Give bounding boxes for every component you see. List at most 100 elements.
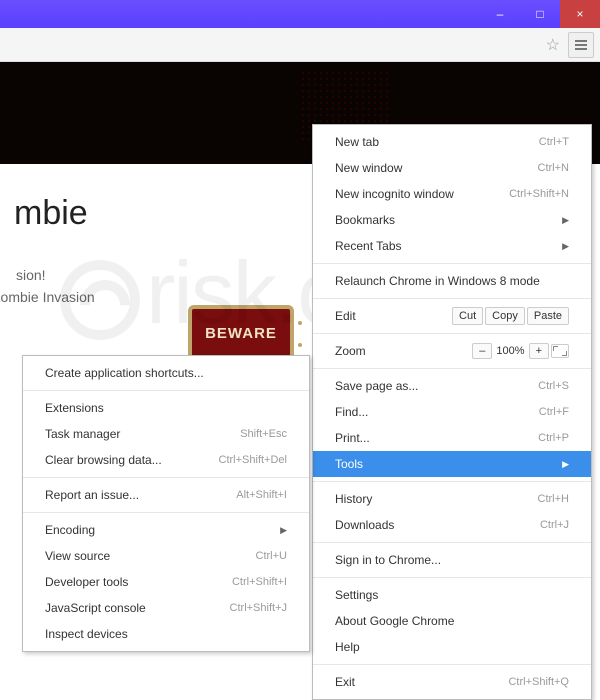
menu-item-label: New window (335, 161, 514, 175)
main-menu-item-print[interactable]: Print... Ctrl+P (313, 425, 591, 451)
main-menu-item-exit[interactable]: Exit Ctrl+Shift+Q (313, 669, 591, 695)
menu-item-label: Find... (335, 405, 515, 419)
tools-menu-item-task-manager[interactable]: Task managerShift+Esc (23, 421, 309, 447)
tools-menu-item-clear-browsing-data[interactable]: Clear browsing data... Ctrl+Shift+Del (23, 447, 309, 473)
menu-shortcut: Alt+Shift+I (236, 489, 287, 501)
main-menu-item-bookmarks[interactable]: Bookmarks ▶ (313, 207, 591, 233)
chrome-main-menu: New tab Ctrl+T New windowCtrl+NNew incogni… (312, 124, 592, 700)
zoom-value: 100% (496, 345, 524, 357)
menu-item-label: Print... (335, 431, 514, 445)
submenu-arrow-icon: ▶ (562, 241, 569, 252)
menu-item-label: Recent Tabs (335, 239, 538, 253)
menu-item-label: Sign in to Chrome... (335, 553, 569, 567)
menu-item-label: Downloads (335, 518, 516, 532)
tools-menu-item-create-application-shortcuts[interactable]: Create application shortcuts... (23, 360, 309, 386)
paste-button[interactable]: Paste (527, 307, 569, 325)
tools-menu-separator (23, 477, 309, 478)
menu-item-label: Save page as... (335, 379, 514, 393)
menu-item-label: Report an issue... (45, 488, 212, 502)
tools-menu-item-extensions[interactable]: Extensions (23, 395, 309, 421)
zoom-in-button[interactable]: + (529, 343, 549, 359)
main-menu-item-tools[interactable]: Tools ▶ (313, 451, 591, 477)
submenu-arrow-icon: ▶ (562, 459, 569, 470)
copy-button[interactable]: Copy (485, 307, 525, 325)
main-menu-separator (313, 333, 591, 334)
submenu-arrow-icon: ▶ (280, 525, 287, 536)
main-menu-item-new-incognito-window[interactable]: New incognito windowCtrl+Shift+N (313, 181, 591, 207)
menu-item-label: Zoom (335, 344, 472, 358)
menu-item-label: Tools (335, 457, 538, 471)
window-titlebar: – □ × (0, 0, 600, 28)
main-menu-separator (313, 368, 591, 369)
main-menu-item-edit[interactable]: EditCutCopyPaste (313, 303, 591, 329)
zoom-control-group: –100% + (472, 343, 569, 359)
tools-menu-item-encoding[interactable]: Encoding ▶ (23, 517, 309, 543)
menu-item-label: Task manager (45, 427, 216, 441)
menu-item-label: Bookmarks (335, 213, 538, 227)
menu-shortcut: Ctrl+P (538, 432, 569, 444)
menu-item-label: Exit (335, 675, 484, 689)
main-menu-item-downloads[interactable]: Downloads Ctrl+J (313, 512, 591, 538)
main-menu-item-relaunch-chrome-in-windows-8-mode[interactable]: Relaunch Chrome in Windows 8 mode (313, 268, 591, 294)
menu-item-label: Relaunch Chrome in Windows 8 mode (335, 274, 569, 288)
cut-button[interactable]: Cut (452, 307, 483, 325)
main-menu-item-sign-in-to-chrome[interactable]: Sign in to Chrome... (313, 547, 591, 573)
menu-item-label: Developer tools (45, 575, 208, 589)
menu-item-label: JavaScript console (45, 601, 206, 615)
menu-item-label: New tab (335, 135, 515, 149)
main-menu-item-new-window[interactable]: New windowCtrl+N (313, 155, 591, 181)
bookmark-star-icon[interactable]: ☆ (546, 35, 560, 55)
main-menu-item-history[interactable]: HistoryCtrl+H (313, 486, 591, 512)
tools-submenu: Create application shortcuts... Extension… (22, 355, 310, 652)
fullscreen-button[interactable] (551, 344, 569, 358)
close-button[interactable]: × (560, 0, 600, 28)
zoom-out-button[interactable]: – (472, 343, 492, 359)
hamburger-icon (575, 44, 587, 46)
main-menu-separator (313, 481, 591, 482)
menu-shortcut: Ctrl+S (538, 380, 569, 392)
menu-item-label: Settings (335, 588, 569, 602)
main-menu-item-recent-tabs[interactable]: Recent Tabs ▶ (313, 233, 591, 259)
menu-item-label: Edit (335, 309, 452, 323)
edit-button-group: CutCopyPaste (452, 307, 569, 325)
main-menu-item-zoom[interactable]: Zoom–100% + (313, 338, 591, 364)
menu-shortcut: Ctrl+Shift+Del (219, 454, 287, 466)
main-menu-separator (313, 664, 591, 665)
main-menu-separator (313, 298, 591, 299)
browser-toolbar: ☆ (0, 28, 600, 62)
menu-item-label: Clear browsing data... (45, 453, 195, 467)
menu-shortcut: Ctrl+U (256, 550, 287, 562)
tools-menu-item-inspect-devices[interactable]: Inspect devices (23, 621, 309, 647)
menu-shortcut: Ctrl+Shift+J (230, 602, 287, 614)
minimize-button[interactable]: – (480, 0, 520, 28)
beware-sign: BEWARE (188, 305, 294, 361)
main-menu-item-about-google-chrome[interactable]: About Google Chrome (313, 608, 591, 634)
maximize-button[interactable]: □ (520, 0, 560, 28)
main-menu-item-new-tab[interactable]: New tab Ctrl+T (313, 129, 591, 155)
tools-menu-separator (23, 390, 309, 391)
tools-menu-item-javascript-console[interactable]: JavaScript console Ctrl+Shift+J (23, 595, 309, 621)
main-menu-item-settings[interactable]: Settings (313, 582, 591, 608)
menu-shortcut: Ctrl+J (540, 519, 569, 531)
page-content: mbie sion! Zombie Invasion BEWARE risk.c… (0, 62, 600, 560)
main-menu-separator (313, 263, 591, 264)
main-menu-item-help[interactable]: Help (313, 634, 591, 660)
menu-shortcut: Ctrl+Shift+I (232, 576, 287, 588)
tools-menu-item-view-source[interactable]: View sourceCtrl+U (23, 543, 309, 569)
menu-shortcut: Ctrl+Shift+Q (508, 676, 569, 688)
chrome-menu-button[interactable] (568, 32, 594, 58)
main-menu-separator (313, 542, 591, 543)
menu-shortcut: Ctrl+F (539, 406, 569, 418)
tools-menu-item-developer-tools[interactable]: Developer tools Ctrl+Shift+I (23, 569, 309, 595)
menu-shortcut: Ctrl+T (539, 136, 569, 148)
menu-item-label: About Google Chrome (335, 614, 569, 628)
main-menu-item-save-page-as[interactable]: Save page as... Ctrl+S (313, 373, 591, 399)
tools-menu-item-report-an-issue[interactable]: Report an issue... Alt+Shift+I (23, 482, 309, 508)
main-menu-item-find[interactable]: Find... Ctrl+F (313, 399, 591, 425)
menu-item-label: Encoding (45, 523, 256, 537)
menu-item-label: Help (335, 640, 569, 654)
menu-shortcut: Ctrl+H (538, 493, 569, 505)
menu-item-label: Create application shortcuts... (45, 366, 287, 380)
submenu-arrow-icon: ▶ (562, 215, 569, 226)
menu-item-label: Inspect devices (45, 627, 287, 641)
